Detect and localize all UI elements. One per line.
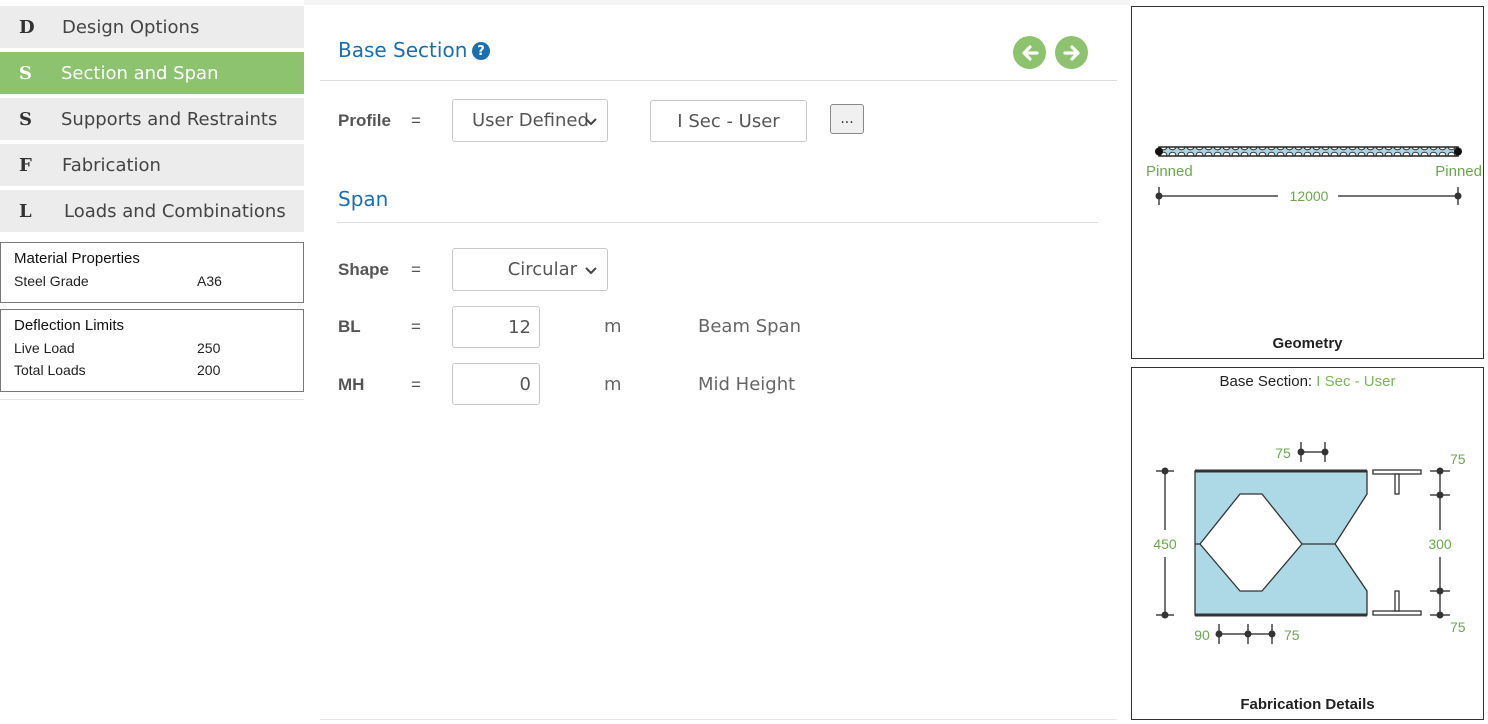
mid-height-input[interactable]: 0: [452, 363, 540, 405]
right-middle-label: 300: [1428, 536, 1452, 552]
dim-node: [1436, 587, 1444, 595]
shape-label: Shape: [338, 260, 390, 279]
mh-description: Mid Height: [698, 374, 796, 395]
dim-node: [1321, 448, 1329, 456]
left-divider: [0, 399, 304, 400]
nav-label: Design Options: [62, 16, 200, 38]
geometry-diagram: Pinned Pinned 12000: [1146, 146, 1482, 205]
top-dimension: [1300, 442, 1326, 462]
arrow-right-circle-icon[interactable]: [1055, 36, 1088, 69]
left-support-label: Pinned: [1146, 163, 1193, 180]
castellated-section: [1194, 470, 1368, 616]
dim-node: [1297, 448, 1305, 456]
nav-letter: L: [19, 200, 32, 222]
mh-equals: =: [411, 375, 421, 394]
dim-node: [1436, 491, 1444, 499]
edit-section-button[interactable]: ...: [830, 104, 864, 134]
right-support-node: [1454, 147, 1462, 156]
dim-node: [1155, 192, 1163, 200]
main-bottom-divider: [320, 719, 1117, 720]
beam-span-input[interactable]: 12: [452, 306, 540, 348]
top-dimension-label: 75: [1275, 445, 1291, 461]
profile-label: Profile: [338, 111, 391, 130]
top-strip: [304, 0, 1130, 5]
mid-height-value: 0: [519, 373, 531, 395]
nav-letter: S: [19, 108, 32, 130]
nav-letter: F: [19, 154, 32, 176]
bl-description: Beam Span: [698, 316, 801, 337]
deflection-row: Live Load 250: [14, 337, 303, 359]
nav-item-supports-and-restraints[interactable]: S Supports and Restraints: [0, 98, 304, 140]
nav-letter: D: [19, 16, 35, 38]
dim-node: [1215, 630, 1223, 638]
dim-node: [1454, 192, 1462, 200]
deflection-row: Total Loads 200: [14, 359, 303, 381]
geometry-panel: Pinned Pinned 12000 Geometry: [1131, 6, 1484, 359]
beam-body: [1158, 146, 1459, 157]
material-properties-box: Material Properties Steel Grade A36: [0, 242, 304, 303]
span-divider: [337, 222, 1098, 223]
beam-span-value: 12: [508, 316, 531, 338]
steel-grade-label: Steel Grade: [14, 273, 89, 289]
bottom-left-label: 90: [1194, 627, 1210, 643]
shape-select[interactable]: Circular: [452, 248, 608, 291]
chevron-down-icon: [585, 267, 597, 275]
mh-label: MH: [338, 375, 365, 394]
profile-select[interactable]: User Defined: [452, 99, 608, 142]
nav-label: Loads and Combinations: [64, 200, 286, 222]
bl-label: BL: [338, 317, 361, 336]
nav-label: Supports and Restraints: [61, 108, 278, 130]
nav-item-section-and-span[interactable]: S Section and Span: [0, 52, 304, 94]
nav-label: Fabrication: [62, 154, 161, 176]
dim-node: [1244, 630, 1252, 638]
live-load-label: Live Load: [14, 340, 75, 356]
material-row: Steel Grade A36: [14, 270, 303, 292]
geometry-caption: Geometry: [1272, 335, 1343, 352]
fabrication-caption: Fabrication Details: [1240, 696, 1375, 713]
left-support-node: [1155, 147, 1163, 156]
shape-equals: =: [411, 260, 421, 279]
deflection-limits-title: Deflection Limits: [14, 317, 125, 334]
nav-item-loads-and-combinations[interactable]: L Loads and Combinations: [0, 190, 304, 232]
step-navigation: D Design Options S Section and Span S Su…: [0, 6, 304, 236]
dim-node: [1161, 611, 1169, 619]
steel-grade-value: A36: [197, 273, 222, 289]
material-properties-title: Material Properties: [14, 250, 140, 267]
arrow-left-circle-icon[interactable]: [1013, 36, 1046, 69]
bl-unit: m: [604, 316, 622, 337]
profile-equals: =: [411, 111, 421, 130]
question-circle-icon[interactable]: ?: [472, 42, 490, 60]
base-section-title: Base Section: [338, 38, 468, 62]
right-bottom-label: 75: [1450, 619, 1466, 635]
right-top-label: 75: [1450, 451, 1466, 467]
tee-profile-icon: [1372, 469, 1422, 616]
bl-equals: =: [411, 317, 421, 336]
nav-label: Section and Span: [61, 62, 219, 84]
fabrication-diagram: 450 75 75 300 75 90 75: [1153, 442, 1466, 644]
bottom-right-label: 75: [1284, 627, 1300, 643]
right-support-label: Pinned: [1435, 163, 1482, 180]
dim-node: [1161, 467, 1169, 475]
base-section-divider: [320, 80, 1117, 81]
live-load-value: 250: [197, 340, 221, 356]
chevron-down-icon: [585, 118, 597, 126]
section-name-field[interactable]: I Sec - User: [650, 100, 807, 142]
nav-letter: S: [19, 62, 32, 84]
dim-node: [1436, 611, 1444, 619]
nav-item-design-options[interactable]: D Design Options: [0, 6, 304, 48]
deflection-limits-box: Deflection Limits Live Load 250 Total Lo…: [0, 309, 304, 392]
dim-node: [1436, 467, 1444, 475]
nav-item-fabrication[interactable]: F Fabrication: [0, 144, 304, 186]
fabrication-panel: Base Section: I Sec - User 450 75 75 300…: [1131, 367, 1484, 720]
total-loads-value: 200: [197, 362, 221, 378]
span-dimension-label: 12000: [1290, 188, 1329, 204]
total-height-label: 450: [1153, 536, 1177, 552]
dim-node: [1268, 630, 1276, 638]
mh-unit: m: [604, 374, 622, 395]
span-title: Span: [338, 187, 389, 211]
total-loads-label: Total Loads: [14, 362, 86, 378]
section-name-value: I Sec - User: [677, 110, 780, 132]
profile-select-value: User Defined: [472, 110, 589, 131]
